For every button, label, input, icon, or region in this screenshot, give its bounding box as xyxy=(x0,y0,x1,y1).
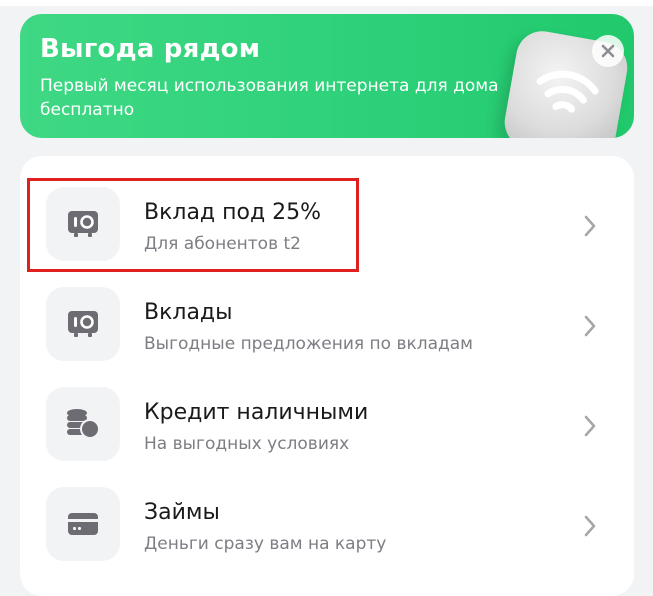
promo-banner[interactable]: Выгода рядом Первый месяц использования … xyxy=(20,14,634,138)
chevron-right-icon xyxy=(584,515,596,537)
item-icon-container xyxy=(46,387,120,461)
item-subtitle: На выгодных условиях xyxy=(144,434,350,454)
item-title: Вклады xyxy=(144,300,233,325)
item-icon-container xyxy=(46,487,120,561)
item-subtitle: Деньги сразу вам на карту xyxy=(144,534,387,554)
close-icon xyxy=(601,44,615,58)
safe-icon xyxy=(68,311,98,337)
highlight-frame xyxy=(27,178,359,272)
coins-icon xyxy=(67,409,100,439)
item-title: Кредит наличными xyxy=(144,400,369,425)
chevron-right-icon xyxy=(584,215,596,237)
top-strip xyxy=(0,0,653,6)
item-subtitle: Выгодные предложения по вкладам xyxy=(144,334,474,354)
close-button[interactable] xyxy=(592,35,624,67)
chevron-right-icon xyxy=(584,415,596,437)
chevron-right-icon xyxy=(584,315,596,337)
list-item-microloans[interactable]: Займы Деньги сразу вам на карту xyxy=(20,456,634,561)
card-icon xyxy=(68,513,98,535)
list-item-cash-loan[interactable]: Кредит наличными На выгодных условиях xyxy=(20,356,634,461)
item-title: Займы xyxy=(144,500,220,525)
item-icon-container xyxy=(46,287,120,361)
promo-subtitle: Первый месяц использования интернета для… xyxy=(40,76,499,120)
promo-title: Выгода рядом xyxy=(40,34,261,64)
